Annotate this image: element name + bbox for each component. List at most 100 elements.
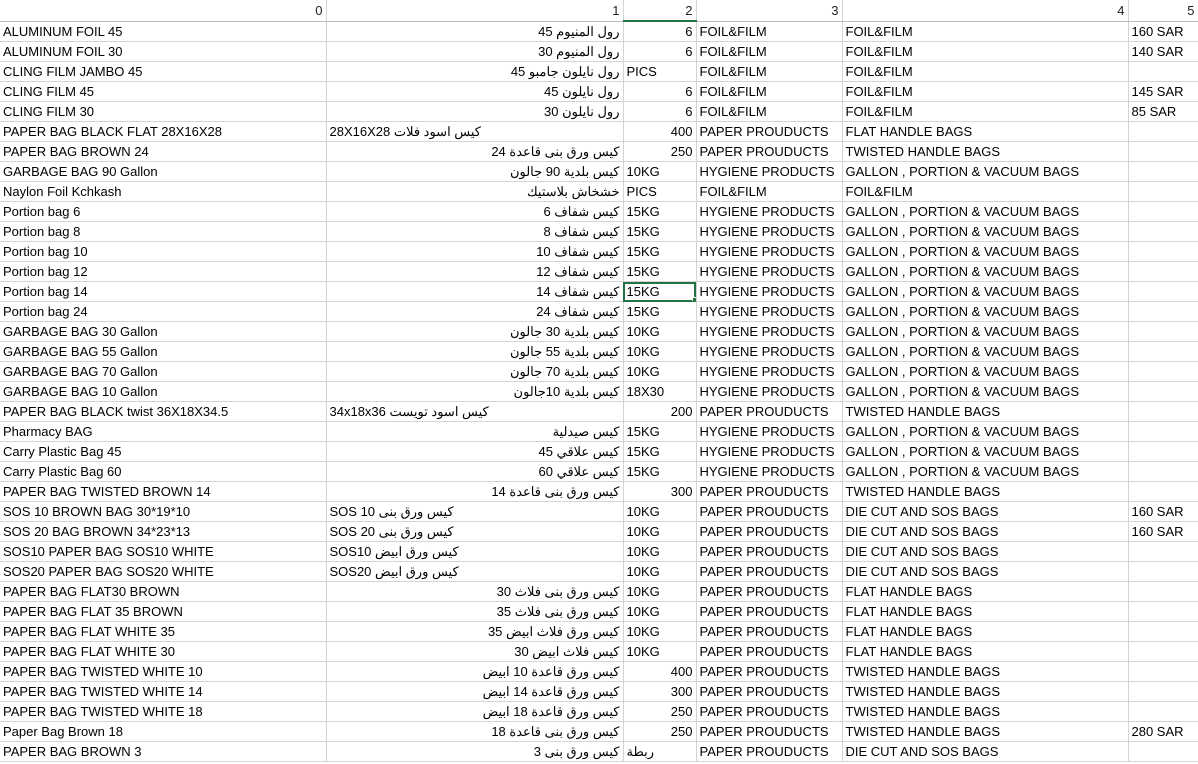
cell-r17-c3[interactable]: HYGIENE PRODUCTS: [696, 361, 843, 382]
cell-r20-c3[interactable]: HYGIENE PRODUCTS: [696, 421, 843, 442]
cell-r28-c2[interactable]: 10KG: [623, 581, 697, 602]
cell-r27-c4[interactable]: DIE CUT AND SOS BAGS: [842, 561, 1129, 582]
cell-r20-c0[interactable]: Pharmacy BAG: [0, 421, 327, 442]
cell-r6-c4[interactable]: TWISTED HANDLE BAGS: [842, 141, 1129, 162]
cell-r4-c5[interactable]: 85 SAR: [1128, 101, 1198, 122]
column-header-1[interactable]: 1: [326, 0, 624, 22]
cell-r35-c3[interactable]: PAPER PROUDUCTS: [696, 721, 843, 742]
cell-r34-c2[interactable]: 250: [623, 701, 697, 722]
cell-r22-c2[interactable]: 15KG: [623, 461, 697, 482]
cell-r22-c1[interactable]: كيس علاقي 60: [326, 461, 624, 482]
cell-r0-c0[interactable]: ALUMINUM FOIL 45: [0, 21, 327, 42]
cell-r34-c5[interactable]: [1128, 701, 1198, 722]
cell-r33-c0[interactable]: PAPER BAG TWISTED WHITE 14: [0, 681, 327, 702]
cell-r31-c2[interactable]: 10KG: [623, 641, 697, 662]
cell-r1-c4[interactable]: FOIL&FILM: [842, 41, 1129, 62]
cell-r19-c4[interactable]: TWISTED HANDLE BAGS: [842, 401, 1129, 422]
cell-r21-c3[interactable]: HYGIENE PRODUCTS: [696, 441, 843, 462]
cell-r31-c1[interactable]: كيس فلاث ابيض 30: [326, 641, 624, 662]
cell-r23-c5[interactable]: [1128, 481, 1198, 502]
cell-r34-c3[interactable]: PAPER PROUDUCTS: [696, 701, 843, 722]
cell-r8-c5[interactable]: [1128, 181, 1198, 202]
cell-r31-c0[interactable]: PAPER BAG FLAT WHITE 30: [0, 641, 327, 662]
cell-r12-c2[interactable]: 15KG: [623, 261, 697, 282]
cell-r25-c2[interactable]: 10KG: [623, 521, 697, 542]
cell-r31-c4[interactable]: FLAT HANDLE BAGS: [842, 641, 1129, 662]
cell-r25-c3[interactable]: PAPER PROUDUCTS: [696, 521, 843, 542]
cell-r13-c5[interactable]: [1128, 281, 1198, 302]
cell-r31-c3[interactable]: PAPER PROUDUCTS: [696, 641, 843, 662]
cell-r16-c3[interactable]: HYGIENE PRODUCTS: [696, 341, 843, 362]
cell-r28-c3[interactable]: PAPER PROUDUCTS: [696, 581, 843, 602]
cell-r30-c5[interactable]: [1128, 621, 1198, 642]
cell-r25-c0[interactable]: SOS 20 BAG BROWN 34*23*13: [0, 521, 327, 542]
cell-r35-c0[interactable]: Paper Bag Brown 18: [0, 721, 327, 742]
cell-r11-c5[interactable]: [1128, 241, 1198, 262]
cell-r24-c3[interactable]: PAPER PROUDUCTS: [696, 501, 843, 522]
cell-r8-c4[interactable]: FOIL&FILM: [842, 181, 1129, 202]
cell-r3-c5[interactable]: 145 SAR: [1128, 81, 1198, 102]
cell-r17-c5[interactable]: [1128, 361, 1198, 382]
column-header-0[interactable]: 0: [0, 0, 327, 22]
cell-r19-c2[interactable]: 200: [623, 401, 697, 422]
cell-r6-c3[interactable]: PAPER PROUDUCTS: [696, 141, 843, 162]
cell-r23-c3[interactable]: PAPER PROUDUCTS: [696, 481, 843, 502]
cell-r12-c1[interactable]: كيس شفاف 12: [326, 261, 624, 282]
cell-r32-c3[interactable]: PAPER PROUDUCTS: [696, 661, 843, 682]
cell-r17-c4[interactable]: GALLON , PORTION & VACUUM BAGS: [842, 361, 1129, 382]
cell-r29-c5[interactable]: [1128, 601, 1198, 622]
cell-r16-c4[interactable]: GALLON , PORTION & VACUUM BAGS: [842, 341, 1129, 362]
cell-r18-c1[interactable]: كيس بلدية 10جالون: [326, 381, 624, 402]
cell-r3-c0[interactable]: CLING FILM 45: [0, 81, 327, 102]
cell-r4-c4[interactable]: FOIL&FILM: [842, 101, 1129, 122]
cell-r16-c1[interactable]: كيس بلدية 55 جالون: [326, 341, 624, 362]
cell-r30-c4[interactable]: FLAT HANDLE BAGS: [842, 621, 1129, 642]
cell-r35-c1[interactable]: كيس ورق بنى قاعدة 18: [326, 721, 624, 742]
cell-r9-c1[interactable]: كيس شفاف 6: [326, 201, 624, 222]
cell-r21-c1[interactable]: كيس علاقي 45: [326, 441, 624, 462]
cell-r7-c4[interactable]: GALLON , PORTION & VACUUM BAGS: [842, 161, 1129, 182]
cell-r27-c2[interactable]: 10KG: [623, 561, 697, 582]
column-header-3[interactable]: 3: [696, 0, 843, 22]
cell-r19-c5[interactable]: [1128, 401, 1198, 422]
cell-r0-c5[interactable]: 160 SAR: [1128, 21, 1198, 42]
cell-r32-c5[interactable]: [1128, 661, 1198, 682]
cell-r36-c1[interactable]: كيس ورق بنى 3: [326, 741, 624, 762]
cell-r33-c5[interactable]: [1128, 681, 1198, 702]
cell-r24-c1[interactable]: كيس ورق بنى SOS 10: [326, 501, 624, 522]
cell-r26-c3[interactable]: PAPER PROUDUCTS: [696, 541, 843, 562]
cell-r23-c2[interactable]: 300: [623, 481, 697, 502]
cell-r15-c4[interactable]: GALLON , PORTION & VACUUM BAGS: [842, 321, 1129, 342]
column-header-5[interactable]: 5: [1128, 0, 1198, 22]
cell-r8-c2[interactable]: PICS: [623, 181, 697, 202]
cell-r22-c4[interactable]: GALLON , PORTION & VACUUM BAGS: [842, 461, 1129, 482]
cell-r13-c2[interactable]: 15KG: [623, 281, 697, 302]
cell-r35-c5[interactable]: 280 SAR: [1128, 721, 1198, 742]
cell-r1-c5[interactable]: 140 SAR: [1128, 41, 1198, 62]
cell-r14-c3[interactable]: HYGIENE PRODUCTS: [696, 301, 843, 322]
cell-r21-c4[interactable]: GALLON , PORTION & VACUUM BAGS: [842, 441, 1129, 462]
cell-r5-c4[interactable]: FLAT HANDLE BAGS: [842, 121, 1129, 142]
cell-r4-c1[interactable]: رول نايلون 30: [326, 101, 624, 122]
cell-r15-c0[interactable]: GARBAGE BAG 30 Gallon: [0, 321, 327, 342]
cell-r11-c3[interactable]: HYGIENE PRODUCTS: [696, 241, 843, 262]
cell-r19-c1[interactable]: كيس اسود تويست 34x18x36: [326, 401, 624, 422]
cell-r29-c1[interactable]: كيس ورق بنى فلاث 35: [326, 601, 624, 622]
cell-r14-c5[interactable]: [1128, 301, 1198, 322]
cell-r34-c1[interactable]: كيس ورق قاعدة 18 ابيض: [326, 701, 624, 722]
cell-r36-c5[interactable]: [1128, 741, 1198, 762]
cell-r3-c2[interactable]: 6: [623, 81, 697, 102]
cell-r19-c0[interactable]: PAPER BAG BLACK twist 36X18X34.5: [0, 401, 327, 422]
cell-r21-c0[interactable]: Carry Plastic Bag 45: [0, 441, 327, 462]
cell-r25-c4[interactable]: DIE CUT AND SOS BAGS: [842, 521, 1129, 542]
cell-r2-c2[interactable]: PICS: [623, 61, 697, 82]
cell-r24-c5[interactable]: 160 SAR: [1128, 501, 1198, 522]
cell-r20-c4[interactable]: GALLON , PORTION & VACUUM BAGS: [842, 421, 1129, 442]
cell-r28-c0[interactable]: PAPER BAG FLAT30 BROWN: [0, 581, 327, 602]
cell-r18-c4[interactable]: GALLON , PORTION & VACUUM BAGS: [842, 381, 1129, 402]
cell-r23-c0[interactable]: PAPER BAG TWISTED BROWN 14: [0, 481, 327, 502]
cell-r5-c5[interactable]: [1128, 121, 1198, 142]
cell-r11-c2[interactable]: 15KG: [623, 241, 697, 262]
cell-r26-c2[interactable]: 10KG: [623, 541, 697, 562]
cell-r13-c3[interactable]: HYGIENE PRODUCTS: [696, 281, 843, 302]
